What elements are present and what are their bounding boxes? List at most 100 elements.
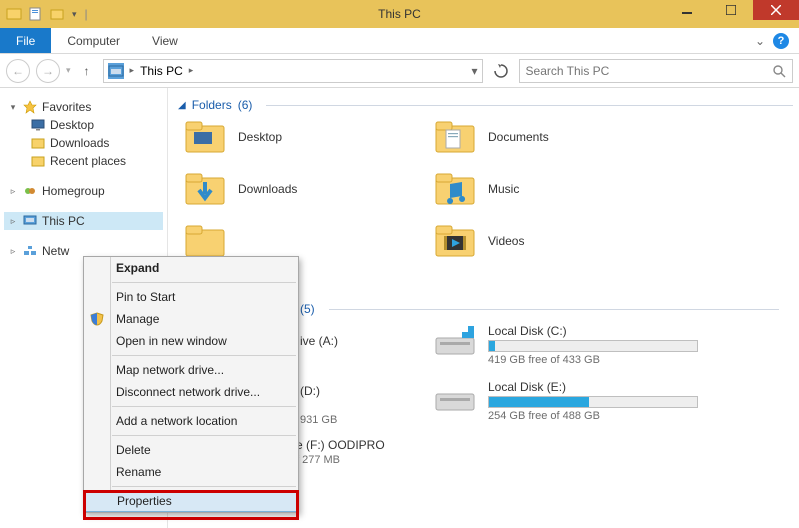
folder-downloads[interactable]: Downloads: [184, 170, 434, 208]
minimize-button[interactable]: [665, 0, 709, 20]
drive-name: e (F:) OODIPRO: [296, 438, 385, 452]
refresh-button[interactable]: [489, 59, 513, 83]
drive-name: Local Disk (C:): [488, 324, 704, 338]
tree-label: Downloads: [50, 136, 109, 150]
drive-usage-bar: [488, 396, 698, 408]
qat-dropdown-icon[interactable]: ▾: [72, 9, 77, 20]
tree-this-pc[interactable]: ▹ This PC: [4, 212, 163, 230]
search-box[interactable]: [519, 59, 793, 83]
section-count: (6): [238, 98, 253, 112]
drive-free-text: f 277 MB: [296, 454, 385, 466]
ctx-separator: [112, 486, 296, 487]
folder-documents[interactable]: Documents: [434, 118, 793, 156]
drive-icon: [434, 324, 476, 358]
forward-button[interactable]: →: [36, 59, 60, 83]
star-icon: [22, 100, 38, 114]
folders-grid: Desktop Documents Downloads Music Videos: [184, 118, 793, 260]
folder-music[interactable]: Music: [434, 170, 793, 208]
expand-icon[interactable]: ▹: [8, 246, 18, 257]
expand-icon[interactable]: ▹: [8, 186, 18, 197]
ctx-manage[interactable]: Manage: [84, 308, 298, 330]
context-menu: Expand Pin to Start Manage Open in new w…: [83, 256, 299, 513]
tree-desktop[interactable]: Desktop: [4, 116, 163, 134]
folder-label: Desktop: [238, 130, 282, 144]
quick-access-toolbar: ▾ |: [0, 6, 96, 22]
ctx-pin-to-start[interactable]: Pin to Start: [84, 286, 298, 308]
ctx-separator: [112, 355, 296, 356]
ctx-separator: [112, 435, 296, 436]
breadcrumb-sep-icon[interactable]: ▸: [189, 65, 194, 76]
folder-videos[interactable]: Videos: [434, 222, 793, 260]
tree-label: This PC: [42, 214, 85, 228]
folder-label: Music: [488, 182, 519, 196]
window-controls: [665, 0, 799, 28]
shield-icon: [88, 310, 106, 328]
drive-free-text: 931 GB: [300, 414, 337, 426]
drive-free-text: 419 GB free of 433 GB: [488, 354, 704, 366]
drive-c[interactable]: Local Disk (C:) 419 GB free of 433 GB: [434, 324, 734, 366]
folders-section-header[interactable]: ◢ Folders (6): [178, 98, 793, 112]
search-input[interactable]: [526, 64, 772, 78]
tree-recent[interactable]: Recent places: [4, 152, 163, 170]
computer-icon: [22, 214, 38, 228]
recent-icon: [30, 154, 46, 168]
ribbon-tabs: File Computer View ⌄ ?: [0, 28, 799, 54]
ribbon-collapse-icon[interactable]: ⌄: [755, 34, 765, 48]
folder-documents-icon: [434, 118, 476, 156]
section-rule: [329, 309, 779, 310]
collapse-icon[interactable]: ▾: [8, 102, 18, 113]
tab-computer[interactable]: Computer: [51, 28, 136, 53]
drive-f[interactable]: e (F:) OODIPRO f 277 MB: [296, 438, 385, 466]
folder-videos-icon: [434, 222, 476, 260]
folder-desktop[interactable]: Desktop: [184, 118, 434, 156]
folder-downloads-icon: [184, 170, 226, 208]
breadcrumb-sep-icon: ▸: [130, 65, 135, 76]
search-icon[interactable]: [772, 64, 786, 78]
homegroup-icon: [22, 184, 38, 198]
drive-d[interactable]: (D:) 931 GB: [300, 384, 337, 426]
folder-icon: [184, 222, 226, 260]
folder-music-icon: [434, 170, 476, 208]
section-count: (5): [300, 302, 315, 316]
help-icon[interactable]: ?: [773, 33, 789, 49]
file-tab[interactable]: File: [0, 28, 51, 53]
folder-label: Videos: [488, 234, 524, 248]
desktop-icon: [30, 118, 46, 132]
ctx-expand[interactable]: Expand: [84, 257, 298, 279]
close-button[interactable]: [753, 0, 799, 20]
up-button[interactable]: ↑: [77, 64, 97, 78]
drive-a[interactable]: ive (A:): [300, 334, 368, 350]
expand-icon[interactable]: ▹: [8, 216, 18, 227]
tree-favorites[interactable]: ▾ Favorites: [4, 98, 163, 116]
section-title: Folders: [192, 98, 232, 112]
ctx-map-drive[interactable]: Map network drive...: [84, 359, 298, 381]
address-dropdown-icon[interactable]: ▾: [472, 64, 478, 78]
qat-newfolder-icon[interactable]: [50, 6, 66, 22]
folder-hidden[interactable]: [184, 222, 434, 260]
address-bar[interactable]: ▸ This PC ▸ ▾: [103, 59, 483, 83]
tree-label: Homegroup: [42, 184, 105, 198]
ctx-open-new-window[interactable]: Open in new window: [84, 330, 298, 352]
folder-desktop-icon: [184, 118, 226, 156]
tree-homegroup[interactable]: ▹ Homegroup: [4, 182, 163, 200]
section-collapse-icon[interactable]: ◢: [178, 100, 186, 111]
back-button[interactable]: ←: [6, 59, 30, 83]
title-bar: ▾ | This PC: [0, 0, 799, 28]
devices-section-header[interactable]: (5): [300, 302, 779, 316]
tree-label: Recent places: [50, 154, 126, 168]
qat-properties-icon[interactable]: [28, 6, 44, 22]
section-rule: [266, 105, 793, 106]
breadcrumb-current[interactable]: This PC: [140, 64, 183, 78]
history-dropdown-icon[interactable]: ▾: [66, 65, 71, 76]
maximize-button[interactable]: [709, 0, 753, 20]
tab-view[interactable]: View: [136, 28, 194, 53]
ctx-add-location[interactable]: Add a network location: [84, 410, 298, 432]
downloads-icon: [30, 136, 46, 150]
qat-separator: |: [85, 7, 88, 21]
ctx-properties[interactable]: Properties: [84, 490, 298, 512]
drive-e[interactable]: Local Disk (E:) 254 GB free of 488 GB: [434, 380, 734, 422]
ctx-delete[interactable]: Delete: [84, 439, 298, 461]
ctx-disconnect-drive[interactable]: Disconnect network drive...: [84, 381, 298, 403]
tree-downloads[interactable]: Downloads: [4, 134, 163, 152]
ctx-rename[interactable]: Rename: [84, 461, 298, 483]
